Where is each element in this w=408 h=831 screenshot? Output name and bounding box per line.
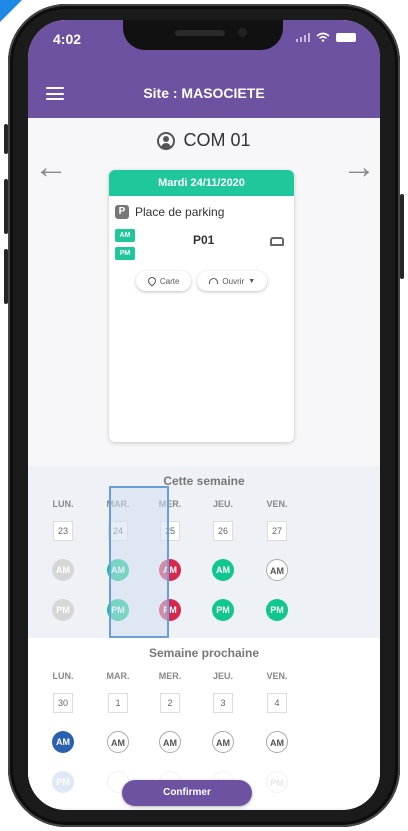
this-week-day-label: LUN.	[52, 499, 74, 509]
this-week-date-box[interactable]: 25	[160, 521, 180, 541]
map-button[interactable]: Carte	[135, 271, 192, 291]
open-button-label: Ouvrir	[222, 276, 245, 286]
resource-type-label: Place de parking	[135, 205, 225, 219]
volume-down-button	[4, 249, 8, 304]
this-week-pm-slot[interactable]: PM	[159, 599, 181, 621]
main-content: COM 01 ← → Mardi 24/11/2020 P Place de p…	[28, 118, 380, 810]
corner-badge	[0, 0, 22, 22]
battery-icon	[336, 32, 356, 42]
arrow-right-icon[interactable]: →	[342, 150, 376, 184]
status-time: 4:02	[53, 31, 82, 47]
spot-row: AM PM P01	[109, 227, 294, 267]
next-week-am-slot[interactable]: AM	[52, 731, 74, 753]
confirm-button[interactable]: Confirmer	[122, 780, 252, 806]
this-week-am-slot[interactable]: AM	[266, 559, 288, 581]
next-week-title: Semaine prochaine	[148, 646, 260, 660]
this-week-title: Cette semaine	[163, 474, 245, 488]
this-week-pm-slot[interactable]: PM	[52, 599, 74, 621]
this-week-date-box[interactable]: 24	[108, 521, 128, 541]
speaker-grille	[175, 30, 225, 36]
user-name: COM 01	[183, 130, 251, 150]
next-week-day-label: LUN.	[52, 671, 74, 681]
next-week-am-slot[interactable]: AM	[212, 731, 234, 753]
volume-up-button	[4, 179, 8, 234]
app-bar: Site : MASOCIETE	[28, 70, 380, 118]
wifi-icon	[316, 32, 330, 42]
phone-screen: 4:02 Site : MASOCIETE COM 01 ← → Mardi 2…	[28, 20, 380, 810]
user-icon	[157, 131, 176, 150]
next-week-date-box[interactable]: 30	[53, 693, 73, 713]
user-header: COM 01	[28, 130, 380, 151]
signal-icon	[296, 32, 310, 42]
this-week-am-slot[interactable]: AM	[159, 559, 181, 581]
power-button	[400, 194, 404, 279]
resource-type-row: P Place de parking	[109, 196, 294, 219]
this-week-day-label: VEN.	[266, 499, 288, 509]
front-camera	[238, 28, 247, 37]
arrow-left-icon[interactable]: ←	[34, 150, 68, 184]
status-bar: 4:02	[28, 20, 380, 70]
map-button-label: Carte	[159, 276, 180, 286]
this-week-date-box[interactable]: 27	[267, 521, 287, 541]
am-tag: AM	[115, 229, 135, 242]
mute-switch	[4, 124, 8, 154]
status-icons	[296, 32, 356, 42]
this-week-section: Cette semaine LUN. 23 AM PM MAR. 24 AM PM MER. 25…	[28, 466, 380, 638]
this-week-pm-slot[interactable]: PM	[107, 599, 129, 621]
next-week-date-box[interactable]: 3	[213, 693, 233, 713]
next-week-day-label: VEN.	[266, 671, 288, 681]
this-week-day-label: MAR.	[106, 499, 130, 509]
booking-card: Mardi 24/11/2020 P Place de parking AM P…	[109, 170, 294, 442]
parking-icon: P	[115, 205, 129, 219]
this-week-pm-slot[interactable]: PM	[212, 599, 234, 621]
spot-code: P01	[193, 233, 215, 247]
next-week-date-box[interactable]: 1	[108, 693, 128, 713]
card-actions: Carte Ouvrir ▼	[109, 271, 294, 291]
pm-tag: PM	[115, 247, 135, 260]
this-week-pm-slot[interactable]: PM	[266, 599, 288, 621]
next-week-day-label: JEU.	[212, 671, 233, 681]
this-week-day-label: MER.	[158, 499, 182, 509]
next-week-date-box[interactable]: 2	[160, 693, 180, 713]
this-week-am-slot[interactable]: AM	[107, 559, 129, 581]
next-week-am-slot[interactable]: AM	[159, 731, 181, 753]
next-week-am-slot[interactable]: AM	[107, 731, 129, 753]
wifi-icon	[209, 278, 219, 284]
this-week-am-slot[interactable]: AM	[212, 559, 234, 581]
notch	[123, 20, 283, 50]
next-week-day-label: MAR.	[106, 671, 130, 681]
this-week-day-label: JEU.	[212, 499, 233, 509]
next-week-am-slot[interactable]: AM	[266, 731, 288, 753]
map-pin-icon	[146, 275, 158, 287]
car-icon	[270, 237, 284, 246]
booking-date: Mardi 24/11/2020	[109, 170, 294, 196]
open-button[interactable]: Ouvrir ▼	[197, 271, 268, 291]
this-week-date-box[interactable]: 23	[53, 521, 73, 541]
next-week-day-label: MER.	[158, 671, 182, 681]
chevron-down-icon: ▼	[248, 277, 256, 285]
this-week-date-box[interactable]: 26	[213, 521, 233, 541]
next-week-date-box[interactable]: 4	[267, 693, 287, 713]
this-week-am-slot[interactable]: AM	[52, 559, 74, 581]
app-title: Site : MASOCIETE	[143, 85, 265, 101]
